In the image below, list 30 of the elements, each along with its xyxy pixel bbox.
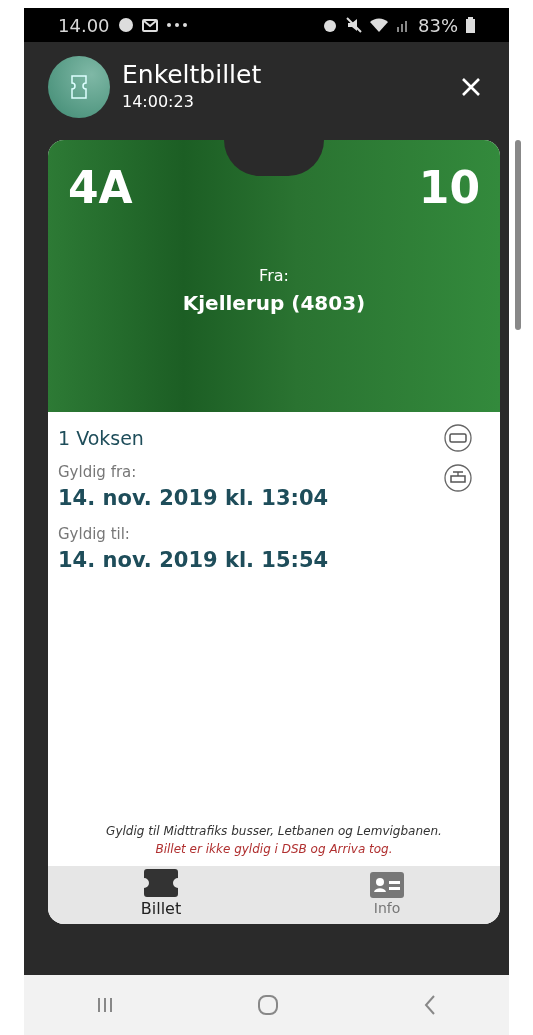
validity-warning: Billet er ikke gyldig i DSB og Arriva tog. [155,841,393,858]
passenger-type: 1 Voksen [58,426,145,451]
valid-from-label: Gyldig fra: [58,461,138,483]
valid-to-date: 14. nov. 2019 kl. 15:54 [58,547,330,574]
status-time: 14.00 [58,13,110,38]
id-card-icon [370,871,404,898]
more-dots-icon [165,22,188,28]
tram-icon [444,464,472,492]
valid-to-label: Gyldig til: [58,523,131,545]
bus-icon [444,424,472,452]
battery-percent: 83% [418,13,458,38]
zone-count: 10 [418,162,480,214]
ticket-time: 14:00:23 [122,91,195,113]
bottom-tab[interactable]: Billet [48,866,274,924]
battery-icon [466,17,475,33]
validity-note: Gyldig til Midttrafiks busser, Letbanen og Lemvigbanen. [106,823,442,840]
recent-apps-button[interactable] [95,996,114,1014]
zones-label: 4A [68,162,133,214]
from-stop: Kjellerup (4803) [182,290,366,317]
signal-icon [396,18,410,32]
ticket-icon [144,869,178,897]
valid-from-date: 14. nov. 2019 kl. 13:04 [58,485,330,512]
back-button[interactable] [423,994,438,1016]
mail-icon [141,18,158,32]
from-label: Fra: [259,265,289,287]
home-button[interactable] [257,994,280,1016]
bottom-tab[interactable]: Info [274,866,500,924]
wifi-icon [370,18,388,32]
ticket-title: Enkeltbillet [122,60,263,90]
mute-icon [346,17,362,33]
